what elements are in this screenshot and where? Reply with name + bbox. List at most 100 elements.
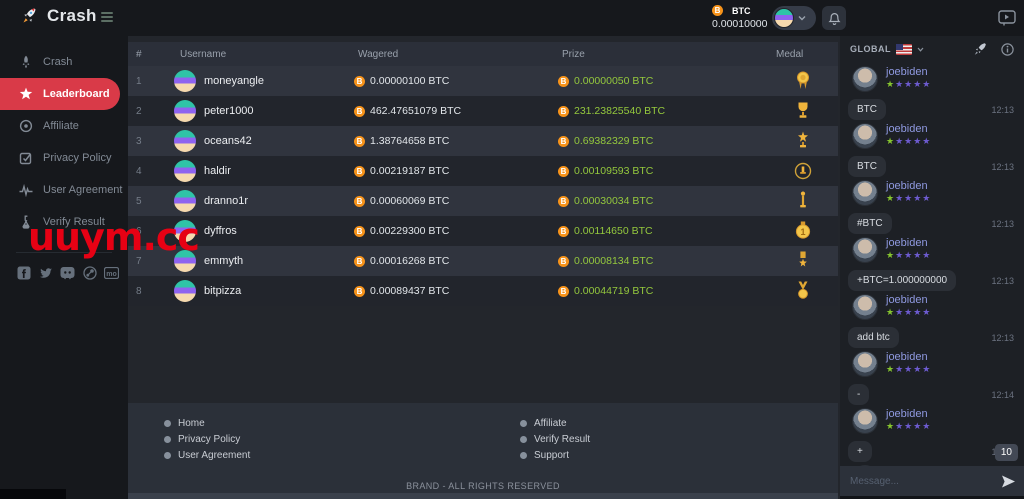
logo[interactable]: Crash bbox=[20, 6, 97, 26]
rosette-medal-icon bbox=[768, 70, 838, 92]
chat-avatar bbox=[852, 408, 878, 434]
username-cell: oceans42 bbox=[204, 135, 252, 147]
sidebar-item-crash[interactable]: Crash bbox=[0, 46, 128, 78]
hamburger-menu-icon[interactable] bbox=[101, 12, 113, 24]
bullet-icon bbox=[164, 419, 171, 427]
table-row: 6 dyffros B 0.00229300 BTC B 0.00114650 BT… bbox=[128, 216, 838, 246]
chat-username: joebiden bbox=[886, 408, 928, 420]
header-prize: Prize bbox=[562, 48, 585, 60]
footer-link-verify-result[interactable]: Verify Result bbox=[520, 431, 590, 447]
medium-icon[interactable]: mo bbox=[104, 265, 119, 280]
rank-cell: 6 bbox=[136, 225, 142, 237]
btc-icon: B bbox=[712, 5, 723, 16]
chat-timestamp: 12:13 bbox=[991, 162, 1014, 172]
discord-icon[interactable] bbox=[60, 265, 75, 280]
wallet-balance[interactable]: B BTC 0.00010000 bbox=[712, 5, 767, 30]
message-input[interactable] bbox=[840, 466, 992, 496]
footer-link-affiliate[interactable]: Affiliate bbox=[520, 415, 590, 431]
btc-icon: B bbox=[354, 255, 365, 267]
crash-app: Crash B BTC 0.00010000 Crash Leaderboard… bbox=[0, 0, 1024, 499]
star-rating: ★★★★★ bbox=[886, 136, 932, 146]
notifications-button[interactable] bbox=[822, 6, 846, 30]
user-menu-button[interactable] bbox=[772, 6, 816, 30]
chat-input-bar bbox=[840, 466, 1024, 496]
star-rating: ★★★★★ bbox=[886, 364, 932, 374]
rank-cell: 5 bbox=[136, 195, 142, 207]
sidebar-item-affiliate[interactable]: Affiliate bbox=[0, 110, 128, 142]
chat-toggle-button[interactable] bbox=[996, 8, 1018, 28]
footer-link-privacy-policy[interactable]: Privacy Policy bbox=[164, 431, 250, 447]
sidebar-item-leaderboard[interactable]: Leaderboard bbox=[0, 78, 120, 110]
prize-cell: 0.69382329 BTC bbox=[574, 135, 654, 147]
btc-icon: B bbox=[558, 225, 569, 237]
flask-icon bbox=[18, 215, 33, 229]
wagered-cell: 0.00219187 BTC bbox=[370, 165, 450, 177]
btc-icon: B bbox=[558, 195, 569, 207]
horizontal-scrollbar[interactable] bbox=[128, 493, 838, 499]
chat-channel-selector[interactable]: GLOBAL bbox=[850, 43, 924, 55]
user-avatar bbox=[774, 8, 794, 28]
chat-bubble: BTC bbox=[848, 99, 886, 120]
twitter-icon[interactable] bbox=[38, 265, 53, 280]
footer: Home Privacy Policy User Agreement Affil… bbox=[128, 403, 838, 499]
trophy-icon bbox=[768, 100, 838, 122]
footer-link-home[interactable]: Home bbox=[164, 415, 250, 431]
pulse-icon bbox=[18, 183, 33, 197]
footer-link-label: Privacy Policy bbox=[178, 433, 241, 445]
sidebar-item-label: Verify Result bbox=[43, 216, 105, 228]
target-icon bbox=[18, 119, 33, 133]
username-cell: dranno1r bbox=[204, 195, 249, 207]
send-icon bbox=[1001, 475, 1015, 487]
bullet-icon bbox=[164, 435, 171, 443]
sidebar-item-privacy-policy[interactable]: Privacy Policy bbox=[0, 142, 128, 174]
avatar bbox=[174, 220, 196, 242]
chat-bubble: + bbox=[848, 441, 872, 462]
info-icon[interactable] bbox=[1001, 42, 1014, 56]
chat-timestamp: 12:13 bbox=[991, 219, 1014, 229]
bell-icon bbox=[827, 13, 841, 25]
chat-username: joebiden bbox=[886, 66, 928, 78]
footer-link-label: User Agreement bbox=[178, 449, 251, 461]
avatar bbox=[174, 160, 196, 182]
table-row: 5 dranno1r B 0.00060069 BTC B 0.00030034 B… bbox=[128, 186, 838, 216]
bullet-icon bbox=[520, 451, 527, 459]
sidebar-item-user-agreement[interactable]: User Agreement bbox=[0, 174, 128, 206]
rocket-logo-icon bbox=[23, 8, 36, 23]
unread-count-badge[interactable]: 10 bbox=[994, 444, 1018, 461]
prize-cell: 0.00000050 BTC bbox=[574, 75, 654, 87]
footer-link-user-agreement[interactable]: User Agreement bbox=[164, 447, 250, 463]
username-cell: peter1000 bbox=[204, 105, 254, 117]
facebook-icon[interactable] bbox=[16, 265, 31, 280]
sidebar-item-verify-result[interactable]: Verify Result bbox=[0, 206, 128, 238]
btc-icon: B bbox=[558, 135, 569, 147]
btc-icon: B bbox=[558, 255, 569, 267]
prize-cell: 231.23825540 BTC bbox=[574, 105, 666, 117]
sidebar-item-label: Affiliate bbox=[43, 120, 79, 132]
chevron-down-icon bbox=[798, 16, 806, 21]
footer-link-label: Verify Result bbox=[534, 433, 591, 445]
star-ribbon-medal-icon bbox=[768, 250, 838, 272]
username-cell: moneyangle bbox=[204, 75, 264, 87]
star-rating: ★★★★★ bbox=[886, 307, 932, 317]
send-button[interactable] bbox=[992, 466, 1024, 496]
avatar bbox=[174, 250, 196, 272]
steam-icon[interactable] bbox=[82, 265, 97, 280]
rank-cell: 8 bbox=[136, 285, 142, 297]
rank-cell: 2 bbox=[136, 105, 142, 117]
rank-cell: 4 bbox=[136, 165, 142, 177]
rocket-rules-icon[interactable] bbox=[973, 42, 987, 56]
checkbox-icon bbox=[18, 151, 33, 165]
btc-icon: B bbox=[558, 75, 569, 87]
footer-link-support[interactable]: Support bbox=[520, 447, 590, 463]
svg-text:1: 1 bbox=[800, 227, 805, 237]
prize-cell: 0.00008134 BTC bbox=[574, 255, 654, 267]
table-row: 4 haldir B 0.00219187 BTC B 0.00109593 BTC bbox=[128, 156, 838, 186]
svg-text:mo: mo bbox=[106, 270, 117, 277]
chat-avatar bbox=[852, 294, 878, 320]
btc-icon: B bbox=[354, 165, 365, 177]
sidebar: Crash Leaderboard Affiliate Privacy Poli… bbox=[0, 36, 128, 499]
table-row: 7 emmyth B 0.00016268 BTC B 0.00008134 BTC bbox=[128, 246, 838, 276]
sidebar-item-label: Crash bbox=[43, 56, 73, 68]
chat-message: joebiden ★★★★★ #BTC 12:13 bbox=[840, 178, 1024, 235]
table-row: 8 bitpizza B 0.00089437 BTC B 0.00044719 B… bbox=[128, 276, 838, 306]
